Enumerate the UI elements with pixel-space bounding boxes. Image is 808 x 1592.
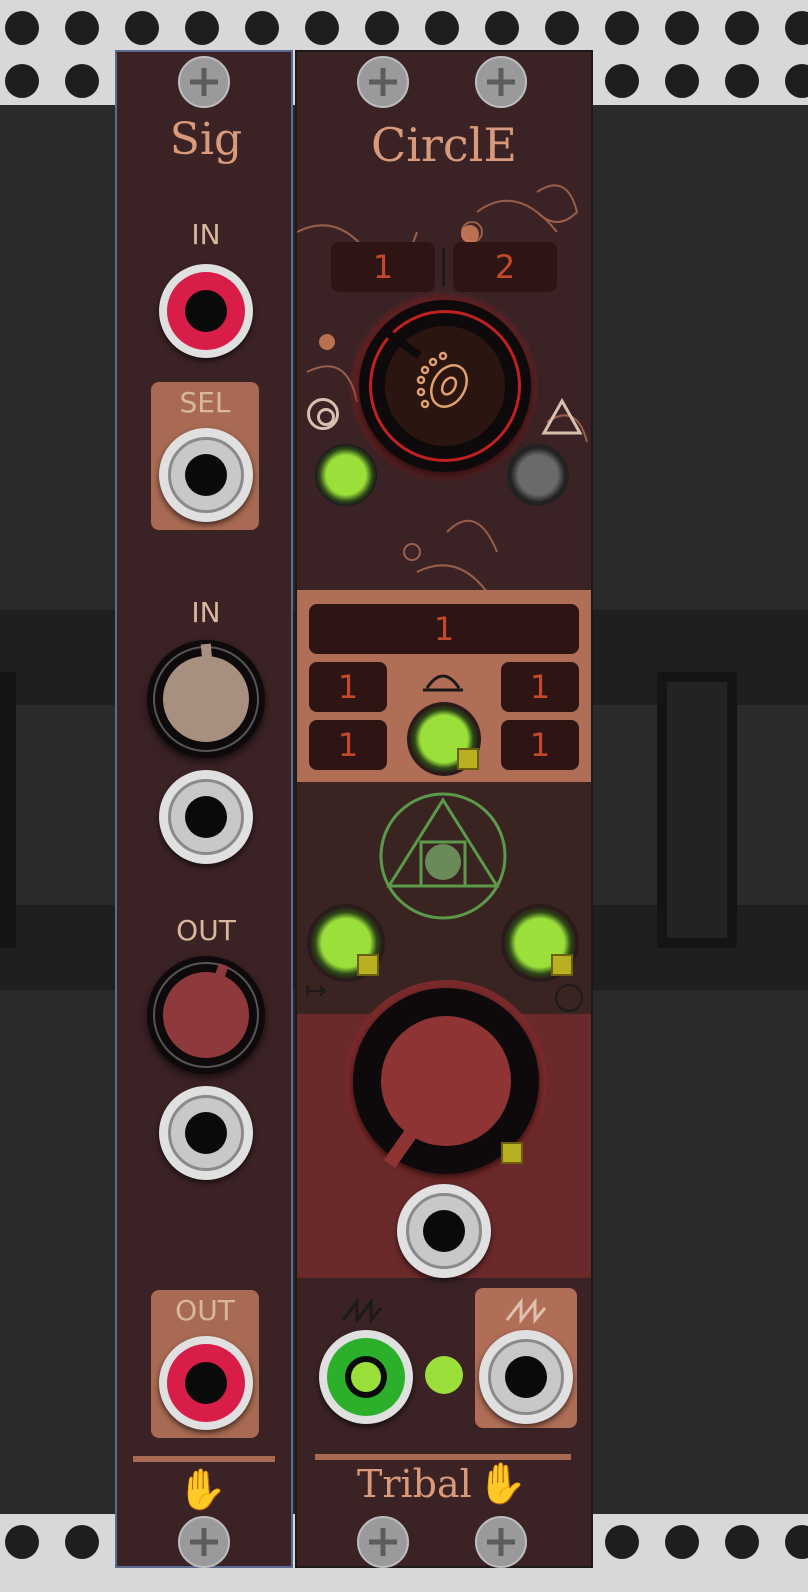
rate-cv-jack[interactable]: [397, 1184, 491, 1278]
display-top-left: 1: [309, 662, 387, 712]
divider-line: [133, 1456, 275, 1462]
in-cv-jack[interactable]: [159, 770, 253, 864]
display-right: 2: [453, 242, 557, 292]
circle-module[interactable]: CirclE 1 2 1 1 1 1 1 ↦ Tribal ✋: [295, 50, 593, 1568]
display-top-right: 1: [501, 662, 579, 712]
screw-icon: [357, 1516, 409, 1568]
out-level-label: OUT: [176, 914, 236, 947]
screw-icon: [178, 1516, 230, 1568]
display-bottom-right: 1: [501, 720, 579, 770]
input-jack[interactable]: [159, 264, 253, 358]
hand-logo-icon: ✋: [477, 1461, 527, 1507]
out-cv-jack[interactable]: [159, 1086, 253, 1180]
indicator-square: [551, 954, 573, 976]
display-main: 1: [309, 604, 579, 654]
triangle-icon: [541, 398, 583, 435]
screw-icon: [475, 56, 527, 108]
in-label: IN: [191, 218, 221, 251]
screw-icon: [357, 56, 409, 108]
indicator-square: [357, 954, 379, 976]
led-green-circle[interactable]: [315, 444, 377, 506]
rack-rail-bottom-2: [0, 1566, 808, 1592]
module-title: Sig: [169, 114, 243, 165]
screw-icon: [475, 1516, 527, 1568]
display-left: 1: [331, 242, 435, 292]
arrow-right-icon: ↦: [305, 976, 327, 1006]
divider-line: [315, 1454, 571, 1460]
brand-label: Tribal: [357, 1462, 472, 1506]
saw-wave-icon: [505, 1298, 547, 1324]
saw-wave-icon: [341, 1298, 383, 1324]
saw-output-jack-2[interactable]: [479, 1330, 573, 1424]
reset-arc-icon: [423, 674, 463, 692]
in-level-knob[interactable]: [147, 640, 265, 758]
sig-module[interactable]: Sig IN SEL IN OUT OUT ✋: [115, 50, 293, 1568]
neighbor-module-connector: [657, 672, 737, 948]
rack-rail-top: [0, 0, 808, 56]
sel-jack[interactable]: [159, 428, 253, 522]
saw-output-jack[interactable]: [319, 1330, 413, 1424]
indicator-square: [501, 1142, 523, 1164]
hand-logo-icon: ✋: [177, 1467, 227, 1513]
sel-label: SEL: [179, 386, 231, 419]
screw-icon: [178, 56, 230, 108]
indicator-square: [457, 748, 479, 770]
eye-icon: [416, 351, 468, 409]
output-led: [425, 1356, 463, 1394]
rotate-icon: [555, 984, 583, 1012]
module-title: CirclE: [371, 118, 517, 172]
out-level-knob[interactable]: [147, 956, 265, 1074]
out-box-label: OUT: [175, 1294, 235, 1327]
rack-background-strip: [0, 705, 115, 905]
in-level-label: IN: [191, 596, 221, 629]
output-jack[interactable]: [159, 1336, 253, 1430]
display-bottom-left: 1: [309, 720, 387, 770]
neighbor-module-edge: [0, 672, 16, 948]
steps-knob[interactable]: [359, 300, 531, 472]
target-icon: [307, 398, 339, 430]
led-gray-triangle[interactable]: [507, 444, 569, 506]
triangle-geometry-icon: [379, 792, 507, 920]
display-separator: [442, 248, 445, 286]
